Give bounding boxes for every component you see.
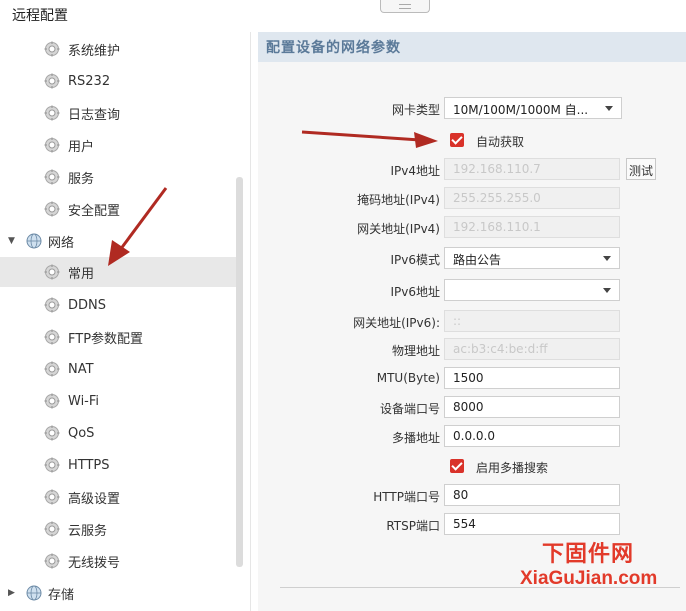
arrow-to-common (108, 187, 168, 266)
watermark-line2: XiaGuJian.com (520, 568, 658, 589)
annotation-arrows (108, 130, 438, 266)
watermark-line1: 下固件网 (542, 542, 635, 567)
arrow-to-auto-obtain (301, 130, 438, 148)
